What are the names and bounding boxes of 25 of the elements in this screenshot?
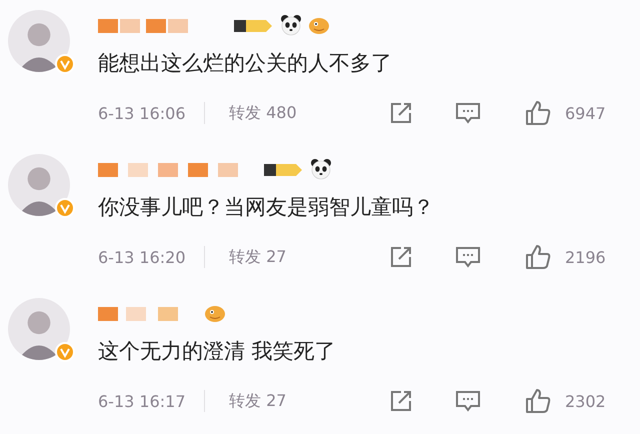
share-icon[interactable] <box>389 101 413 125</box>
repost-link[interactable]: 转发 480 <box>229 102 367 124</box>
comment-time: 6-13 16:06 <box>98 104 187 122</box>
like-icon[interactable] <box>525 244 551 270</box>
like-count: 2196 <box>565 248 606 266</box>
share-icon[interactable] <box>389 245 413 269</box>
fish-icon <box>204 303 226 323</box>
comment-icon[interactable] <box>455 245 481 269</box>
repost-link[interactable]: 转发 27 <box>229 246 367 268</box>
comment-time: 6-13 16:17 <box>98 392 187 410</box>
like-count: 2302 <box>565 392 606 410</box>
like-icon[interactable] <box>525 100 551 126</box>
comment-time: 6-13 16:20 <box>98 248 187 266</box>
panda-icon <box>310 158 332 180</box>
like-count: 6947 <box>565 104 606 122</box>
comment-text: 你没事儿吧？当网友是弱智儿童吗？ <box>98 194 435 221</box>
panda-icon <box>280 14 302 36</box>
comment-icon[interactable] <box>455 389 481 413</box>
repost-link[interactable]: 转发 27 <box>229 390 367 412</box>
share-icon[interactable] <box>389 389 413 413</box>
comment-text: 这个无力的澄清 我笑死了 <box>98 338 337 365</box>
comment-text: 能想出这么烂的公关的人不多了 <box>98 50 393 77</box>
comment-icon[interactable] <box>455 101 481 125</box>
like-icon[interactable] <box>525 388 551 414</box>
fish-icon <box>308 15 330 35</box>
